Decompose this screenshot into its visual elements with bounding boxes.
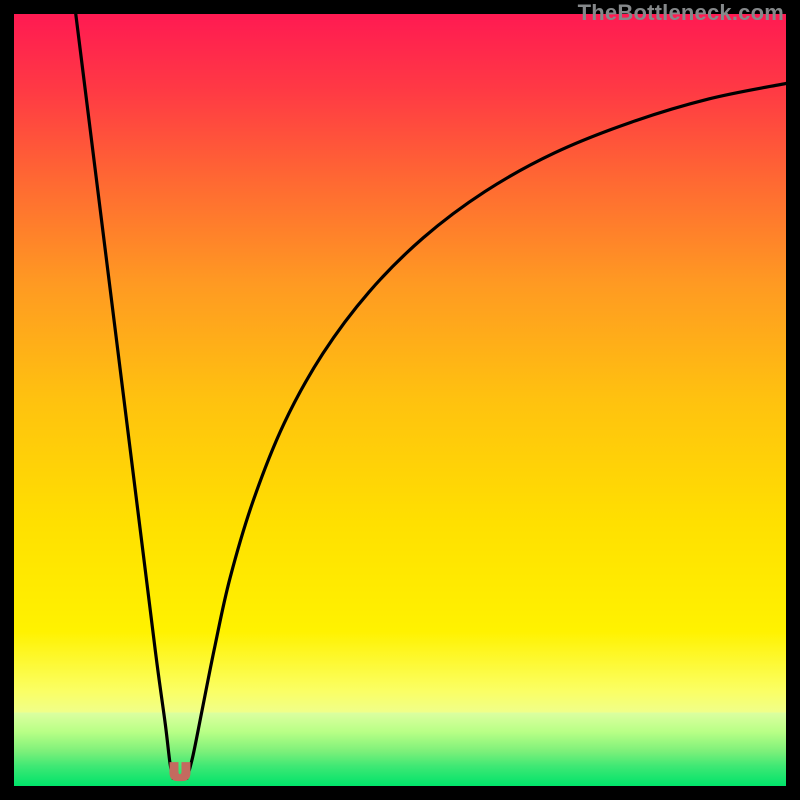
chart-svg bbox=[14, 14, 786, 786]
chart-plot-area bbox=[14, 14, 786, 786]
chart-frame: TheBottleneck.com bbox=[0, 0, 800, 800]
gradient-background bbox=[14, 14, 786, 786]
watermark-text: TheBottleneck.com bbox=[578, 0, 784, 26]
